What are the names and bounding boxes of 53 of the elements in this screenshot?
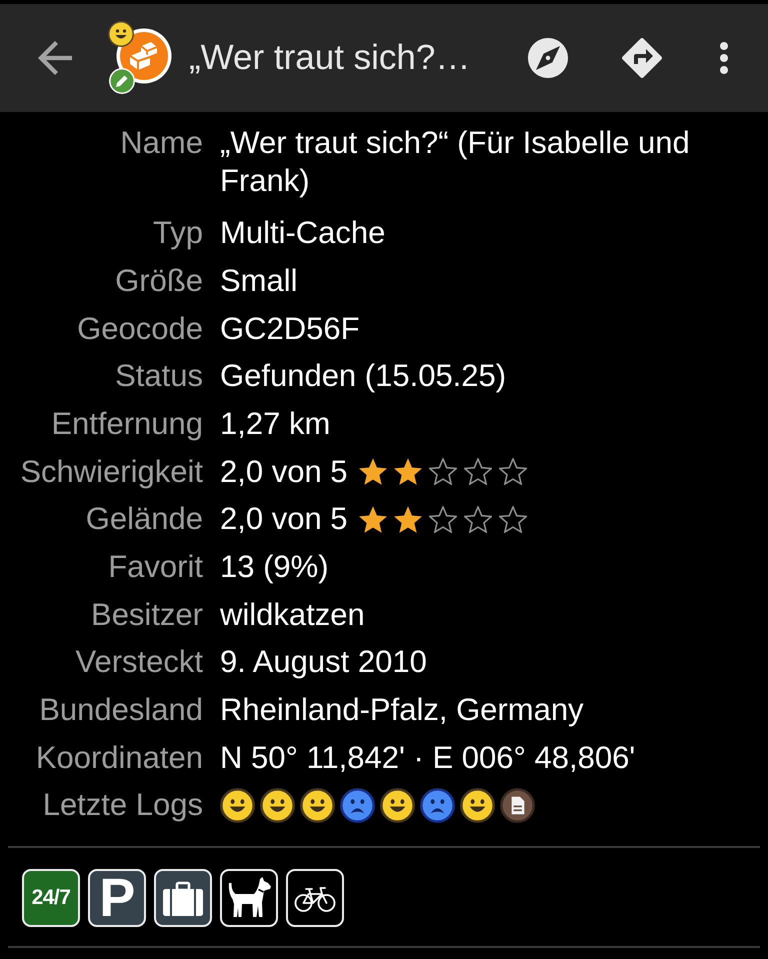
star-icon: [358, 506, 387, 533]
detail-label: Bundesland: [38, 691, 203, 729]
back-arrow-icon[interactable]: [38, 41, 72, 75]
detail-value: Multi-Cache: [220, 214, 386, 252]
detail-label: Größe: [114, 262, 203, 300]
star-icon: [358, 458, 387, 485]
detail-value: Rheinland-Pfalz, Germany: [220, 691, 585, 729]
detail-label: Entfernung: [50, 404, 203, 442]
detail-label: Schwierigkeit: [19, 452, 203, 490]
smiley-icon: [220, 788, 255, 823]
attribute-tile[interactable]: 24/7: [22, 868, 80, 927]
detail-label: Besitzer: [90, 596, 203, 634]
detail-value: 1,27 km: [220, 404, 332, 442]
dog-icon[interactable]: [220, 868, 278, 927]
detail-label: Typ: [152, 214, 203, 252]
detail-label: Favorit: [107, 548, 203, 586]
smiley-icon: [260, 788, 295, 823]
detail-value: N 50° 11,842' · E 006° 48,806': [220, 738, 636, 776]
detail-value: wildkatzen: [220, 596, 366, 634]
star-outline-icon: [464, 506, 492, 533]
more-menu-icon[interactable]: [720, 42, 728, 74]
smiley-icon: [460, 788, 495, 823]
detail-label: Versteckt: [74, 643, 203, 681]
detail-label: Koordinaten: [34, 738, 203, 776]
detail-label: Letzte Logs: [42, 786, 203, 824]
detail-value: Gefunden (15.05.25): [220, 357, 508, 395]
detail-value: 2,0 von 5: [220, 500, 348, 538]
detail-value: GC2D56F: [220, 310, 361, 348]
detail-value: 13 (9%): [220, 548, 330, 586]
detail-value: 9. August 2010: [220, 643, 428, 681]
detail-value: „Wer traut sich?“ (Für Isabelle und Frank): [220, 124, 691, 199]
title: „Wer traut sich?…: [189, 37, 470, 79]
star-outline-icon: [464, 458, 492, 485]
sad-face-icon: [340, 788, 375, 823]
document-icon: [500, 788, 535, 823]
detail-label: Status: [114, 357, 203, 395]
star-outline-icon: [498, 458, 527, 485]
bicycle-icon[interactable]: [286, 868, 344, 927]
star-icon: [394, 458, 422, 485]
briefcase-icon[interactable]: [154, 868, 212, 927]
attribute-tile[interactable]: P: [88, 868, 146, 927]
smiley-icon: [300, 788, 335, 823]
star-outline-icon: [428, 458, 457, 485]
detail-value: Small: [220, 262, 299, 300]
detail-label: Geocode: [76, 310, 203, 348]
star-outline-icon: [428, 506, 457, 533]
detail-label: Name: [119, 124, 203, 162]
detail-value: 2,0 von 5: [220, 452, 348, 490]
sad-face-icon: [420, 788, 455, 823]
detail-label: Gelände: [84, 500, 203, 538]
star-icon: [394, 506, 422, 533]
smiley-icon: [380, 788, 415, 823]
star-outline-icon: [498, 506, 527, 533]
